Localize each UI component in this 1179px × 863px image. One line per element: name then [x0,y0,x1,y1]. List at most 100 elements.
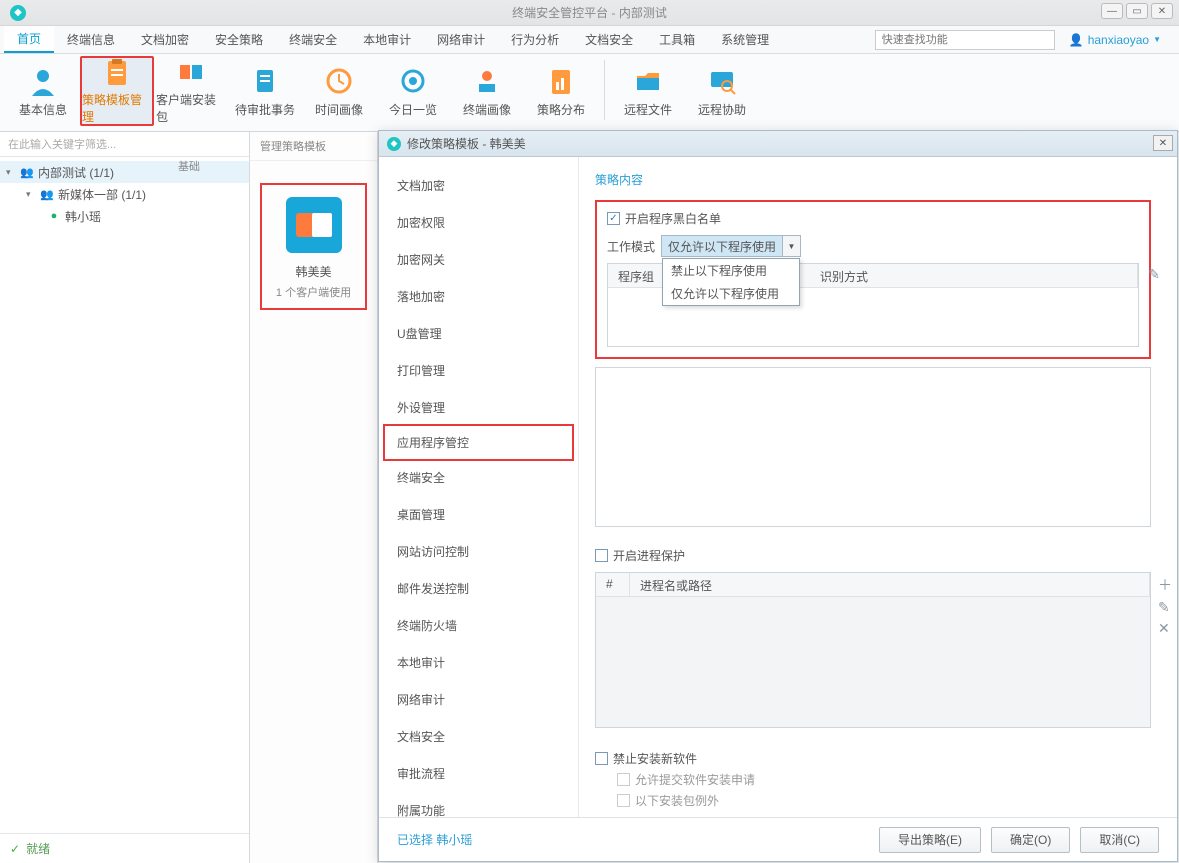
user-name: hanxiaoyao [1088,33,1149,47]
user-avatar-icon: 👤 [1069,33,1084,47]
forbid-install-label: 禁止安装新软件 [613,750,697,767]
menu-tab-terminal-info[interactable]: 终端信息 [54,26,128,53]
clipboard-chart-icon [545,65,577,97]
ribbon-client-package[interactable]: 客户端安装包 [154,56,228,126]
nav-landing-encrypt[interactable]: 落地加密 [379,278,578,315]
ribbon-group-label: 基础 [4,152,374,180]
tree-node-label: 新媒体一部 (1/1) [58,186,146,203]
table-body [596,597,1150,727]
enable-bw-label: 开启程序黑白名单 [625,210,721,227]
tree-node-dept[interactable]: ▾ 👥 新媒体一部 (1/1) [0,183,249,205]
menu-tab-terminal-security[interactable]: 终端安全 [276,26,350,53]
ok-button[interactable]: 确定(O) [991,827,1070,853]
ribbon-policy-distribution[interactable]: 策略分布 [524,56,598,126]
nav-peripheral-manage[interactable]: 外设管理 [379,389,578,426]
nav-accessory[interactable]: 附属功能 [379,792,578,817]
clock-icon [323,65,355,97]
menu-tab-doc-encrypt[interactable]: 文档加密 [128,26,202,53]
policy-content-panel: 策略内容 开启程序黑白名单 工作模式 仅允许以下程序使用 ▼ 禁止以下程序使用 … [579,157,1177,817]
except-below-label: 以下安装包例外 [635,792,719,809]
nav-usb-manage[interactable]: U盘管理 [379,315,578,352]
nav-web-access[interactable]: 网站访问控制 [379,533,578,570]
nav-terminal-security[interactable]: 终端安全 [379,459,578,496]
work-mode-value: 仅允许以下程序使用 [662,236,782,256]
nav-doc-encrypt[interactable]: 文档加密 [379,167,578,204]
ribbon-toolbar: 基本信息 策略模板管理 客户端安装包 待审批事务 时间画像 今日一览 终端画像 … [0,54,1179,132]
maximize-button[interactable]: ▭ [1126,3,1148,19]
org-tree: ▾ 👥 内部测试 (1/1) ▾ 👥 新媒体一部 (1/1) ● 韩小瑶 [0,157,249,833]
nav-encrypt-perm[interactable]: 加密权限 [379,204,578,241]
forbid-install-checkbox[interactable] [595,752,608,765]
menu-tab-toolbox[interactable]: 工具箱 [646,26,708,53]
nav-network-audit[interactable]: 网络审计 [379,681,578,718]
extra-text-area[interactable] [595,367,1151,527]
chevron-down-icon[interactable]: ▼ [782,236,800,256]
profile-icon [471,65,503,97]
ribbon-remote-file[interactable]: 远程文件 [611,56,685,126]
work-mode-select[interactable]: 仅允许以下程序使用 ▼ 禁止以下程序使用 仅允许以下程序使用 [661,235,801,257]
left-sidebar: 在此输入关键字筛选... ▾ 👥 内部测试 (1/1) ▾ 👥 新媒体一部 (1… [0,132,250,863]
template-thumb-icon [286,197,342,253]
nav-desktop-manage[interactable]: 桌面管理 [379,496,578,533]
section-title: 策略内容 [595,171,1151,188]
nav-app-control[interactable]: 应用程序管控 [383,424,574,461]
status-text: 就绪 [26,840,50,857]
mode-option-forbid[interactable]: 禁止以下程序使用 [663,259,799,282]
nav-approval-flow[interactable]: 审批流程 [379,755,578,792]
person-icon [27,65,59,97]
add-row-icon[interactable]: ＋ [1158,575,1172,595]
tree-node-user[interactable]: ● 韩小瑶 [0,205,249,227]
export-policy-button[interactable]: 导出策略(E) [879,827,981,853]
ribbon-time-profile[interactable]: 时间画像 [302,56,376,126]
allow-request-label: 允许提交软件安装申请 [635,771,755,788]
process-protect-label: 开启进程保护 [613,547,685,564]
ribbon-remote-assist[interactable]: 远程协助 [685,56,759,126]
col-index: # [596,573,630,596]
ribbon-today-overview[interactable]: 今日一览 [376,56,450,126]
nav-local-audit[interactable]: 本地审计 [379,644,578,681]
mode-option-allow[interactable]: 仅允许以下程序使用 [663,282,799,305]
ribbon-basic-info[interactable]: 基本信息 [6,56,80,126]
window-title: 终端安全管控平台 - 内部测试 [512,4,667,21]
except-below-checkbox[interactable] [617,794,630,807]
menu-tab-system[interactable]: 系统管理 [708,26,782,53]
process-protect-checkbox[interactable] [595,549,608,562]
menu-tab-behavior[interactable]: 行为分析 [498,26,572,53]
process-table: # 进程名或路径 ＋ ✎ ✕ [595,572,1151,728]
status-bar: ✓ 就绪 [0,833,249,863]
ribbon-terminal-profile[interactable]: 终端画像 [450,56,524,126]
package-icon [175,57,207,87]
ribbon-policy-template-manage[interactable]: 策略模板管理 [80,56,154,126]
cancel-button[interactable]: 取消(C) [1080,827,1159,853]
dialog-close-button[interactable]: ✕ [1153,135,1173,151]
edit-row-icon[interactable]: ✎ [1158,599,1172,616]
nav-firewall[interactable]: 终端防火墙 [379,607,578,644]
allow-request-checkbox[interactable] [617,773,630,786]
close-button[interactable]: ✕ [1151,3,1173,19]
template-card[interactable]: 韩美美 1 个客户端使用 [260,183,367,310]
edit-row-icon[interactable]: ✎ [1148,266,1160,283]
policy-category-nav: 文档加密 加密权限 加密网关 落地加密 U盘管理 打印管理 外设管理 应用程序管… [379,157,579,817]
user-online-icon: ● [46,209,62,223]
dialog-titlebar: ◆ 修改策略模板 - 韩美美 ✕ [379,131,1177,157]
expand-icon[interactable]: ▾ [26,189,36,200]
dialog-logo-icon: ◆ [387,137,401,151]
chevron-down-icon: ▼ [1153,35,1161,44]
user-menu[interactable]: 👤 hanxiaoyao ▼ [1069,33,1161,47]
menu-tab-security-policy[interactable]: 安全策略 [202,26,276,53]
nav-doc-security[interactable]: 文档安全 [379,718,578,755]
minimize-button[interactable]: — [1101,3,1123,19]
quick-search-input[interactable] [875,30,1055,50]
menu-tab-local-audit[interactable]: 本地审计 [350,26,424,53]
nav-print-manage[interactable]: 打印管理 [379,352,578,389]
nav-encrypt-gateway[interactable]: 加密网关 [379,241,578,278]
delete-row-icon[interactable]: ✕ [1158,620,1172,637]
menu-tab-network-audit[interactable]: 网络审计 [424,26,498,53]
enable-bw-checkbox[interactable] [607,212,620,225]
menu-tab-home[interactable]: 首页 [4,26,54,53]
ribbon-pending-approval[interactable]: 待审批事务 [228,56,302,126]
menu-tab-doc-security[interactable]: 文档安全 [572,26,646,53]
eye-target-icon [397,65,429,97]
nav-mail-control[interactable]: 邮件发送控制 [379,570,578,607]
template-sub: 1 个客户端使用 [268,284,359,300]
